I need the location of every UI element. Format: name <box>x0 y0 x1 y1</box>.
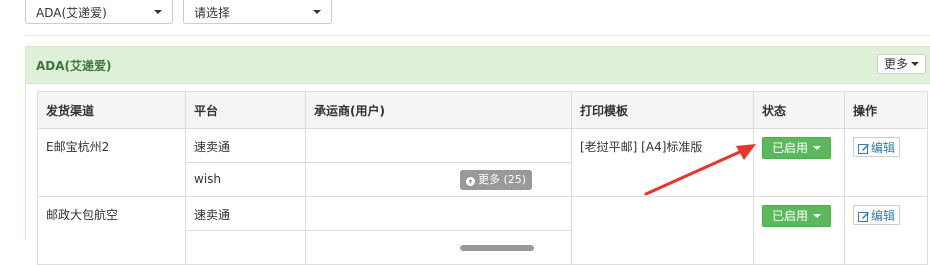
platform-cell: wish <box>185 162 306 197</box>
status-dropdown-button[interactable]: 已启用 <box>762 137 832 159</box>
carrier-more-button[interactable]: ▾ 更多 (25) <box>460 170 533 190</box>
caret-down-icon <box>911 62 919 66</box>
col-header-action: 操作 <box>844 91 928 129</box>
carrier-more-button[interactable] <box>460 245 534 251</box>
channel-table: 发货渠道 平台 承运商(用户) 打印模板 状态 操作 E邮宝杭州2 速卖通 [老… <box>37 91 928 265</box>
col-header-carrier: 承运商(用户) <box>305 91 572 129</box>
chevron-down-icon <box>313 10 321 14</box>
annotation-arrow <box>644 144 756 196</box>
table-header-row: 发货渠道 平台 承运商(用户) 打印模板 状态 操作 <box>37 91 928 129</box>
template-cell <box>571 196 754 265</box>
edit-button[interactable]: 编辑 <box>853 205 901 225</box>
template-select-value: 请选择 <box>194 6 231 20</box>
channel-cell: E邮宝杭州2 <box>37 128 186 197</box>
warehouse-select-value: ADA(艾递爱) <box>36 6 107 20</box>
carrier-cell <box>305 128 572 163</box>
action-cell: 编辑 <box>844 128 928 197</box>
status-label: 已启用 <box>772 209 809 223</box>
platform-cell: 速卖通 <box>185 128 306 163</box>
table-row: 邮政大包航空 速卖通 已启用 编辑 <box>37 196 928 265</box>
edit-button-label: 编辑 <box>871 141 896 155</box>
edit-icon <box>858 144 869 154</box>
more-button[interactable]: 更多 <box>876 54 926 74</box>
chevron-down-icon <box>154 10 162 14</box>
channel-panel: ADA(艾递爱) 更多 发货渠道 平台 承运商(用户) 打印模板 状态 操作 E… <box>25 46 930 265</box>
col-header-channel: 发货渠道 <box>37 91 186 129</box>
panel-title: ADA(艾递爱) <box>36 59 112 73</box>
carrier-cell <box>305 196 572 231</box>
action-cell: 编辑 <box>844 196 928 265</box>
status-dropdown-button[interactable]: 已启用 <box>762 205 832 227</box>
carrier-cell <box>305 230 572 265</box>
col-header-platform: 平台 <box>185 91 306 129</box>
carrier-more-label: 更多 (25) <box>478 173 527 186</box>
chevron-down-circle-icon: ▾ <box>466 177 475 186</box>
carrier-cell: ▾ 更多 (25) <box>305 162 572 197</box>
edit-button[interactable]: 编辑 <box>853 137 901 157</box>
caret-down-icon <box>813 214 822 218</box>
caret-down-icon <box>813 146 822 150</box>
platform-cell <box>185 230 306 265</box>
status-cell: 已启用 <box>753 196 845 265</box>
panel-header: ADA(艾递爱) 更多 <box>26 47 930 84</box>
status-cell: 已启用 <box>753 128 845 197</box>
divider <box>25 35 930 36</box>
channel-cell: 邮政大包航空 <box>37 196 186 265</box>
platform-cell: 速卖通 <box>185 196 306 231</box>
table-row: E邮宝杭州2 速卖通 [老挝平邮] [A4]标准版 已启用 编辑 <box>37 128 928 197</box>
edit-icon <box>858 212 869 222</box>
status-label: 已启用 <box>772 141 809 155</box>
more-button-label: 更多 <box>883 57 908 71</box>
edit-button-label: 编辑 <box>871 209 896 223</box>
warehouse-select[interactable]: ADA(艾递爱) <box>25 0 173 24</box>
col-header-template: 打印模板 <box>571 91 754 129</box>
col-header-status: 状态 <box>753 91 845 129</box>
template-select[interactable]: 请选择 <box>183 0 332 24</box>
